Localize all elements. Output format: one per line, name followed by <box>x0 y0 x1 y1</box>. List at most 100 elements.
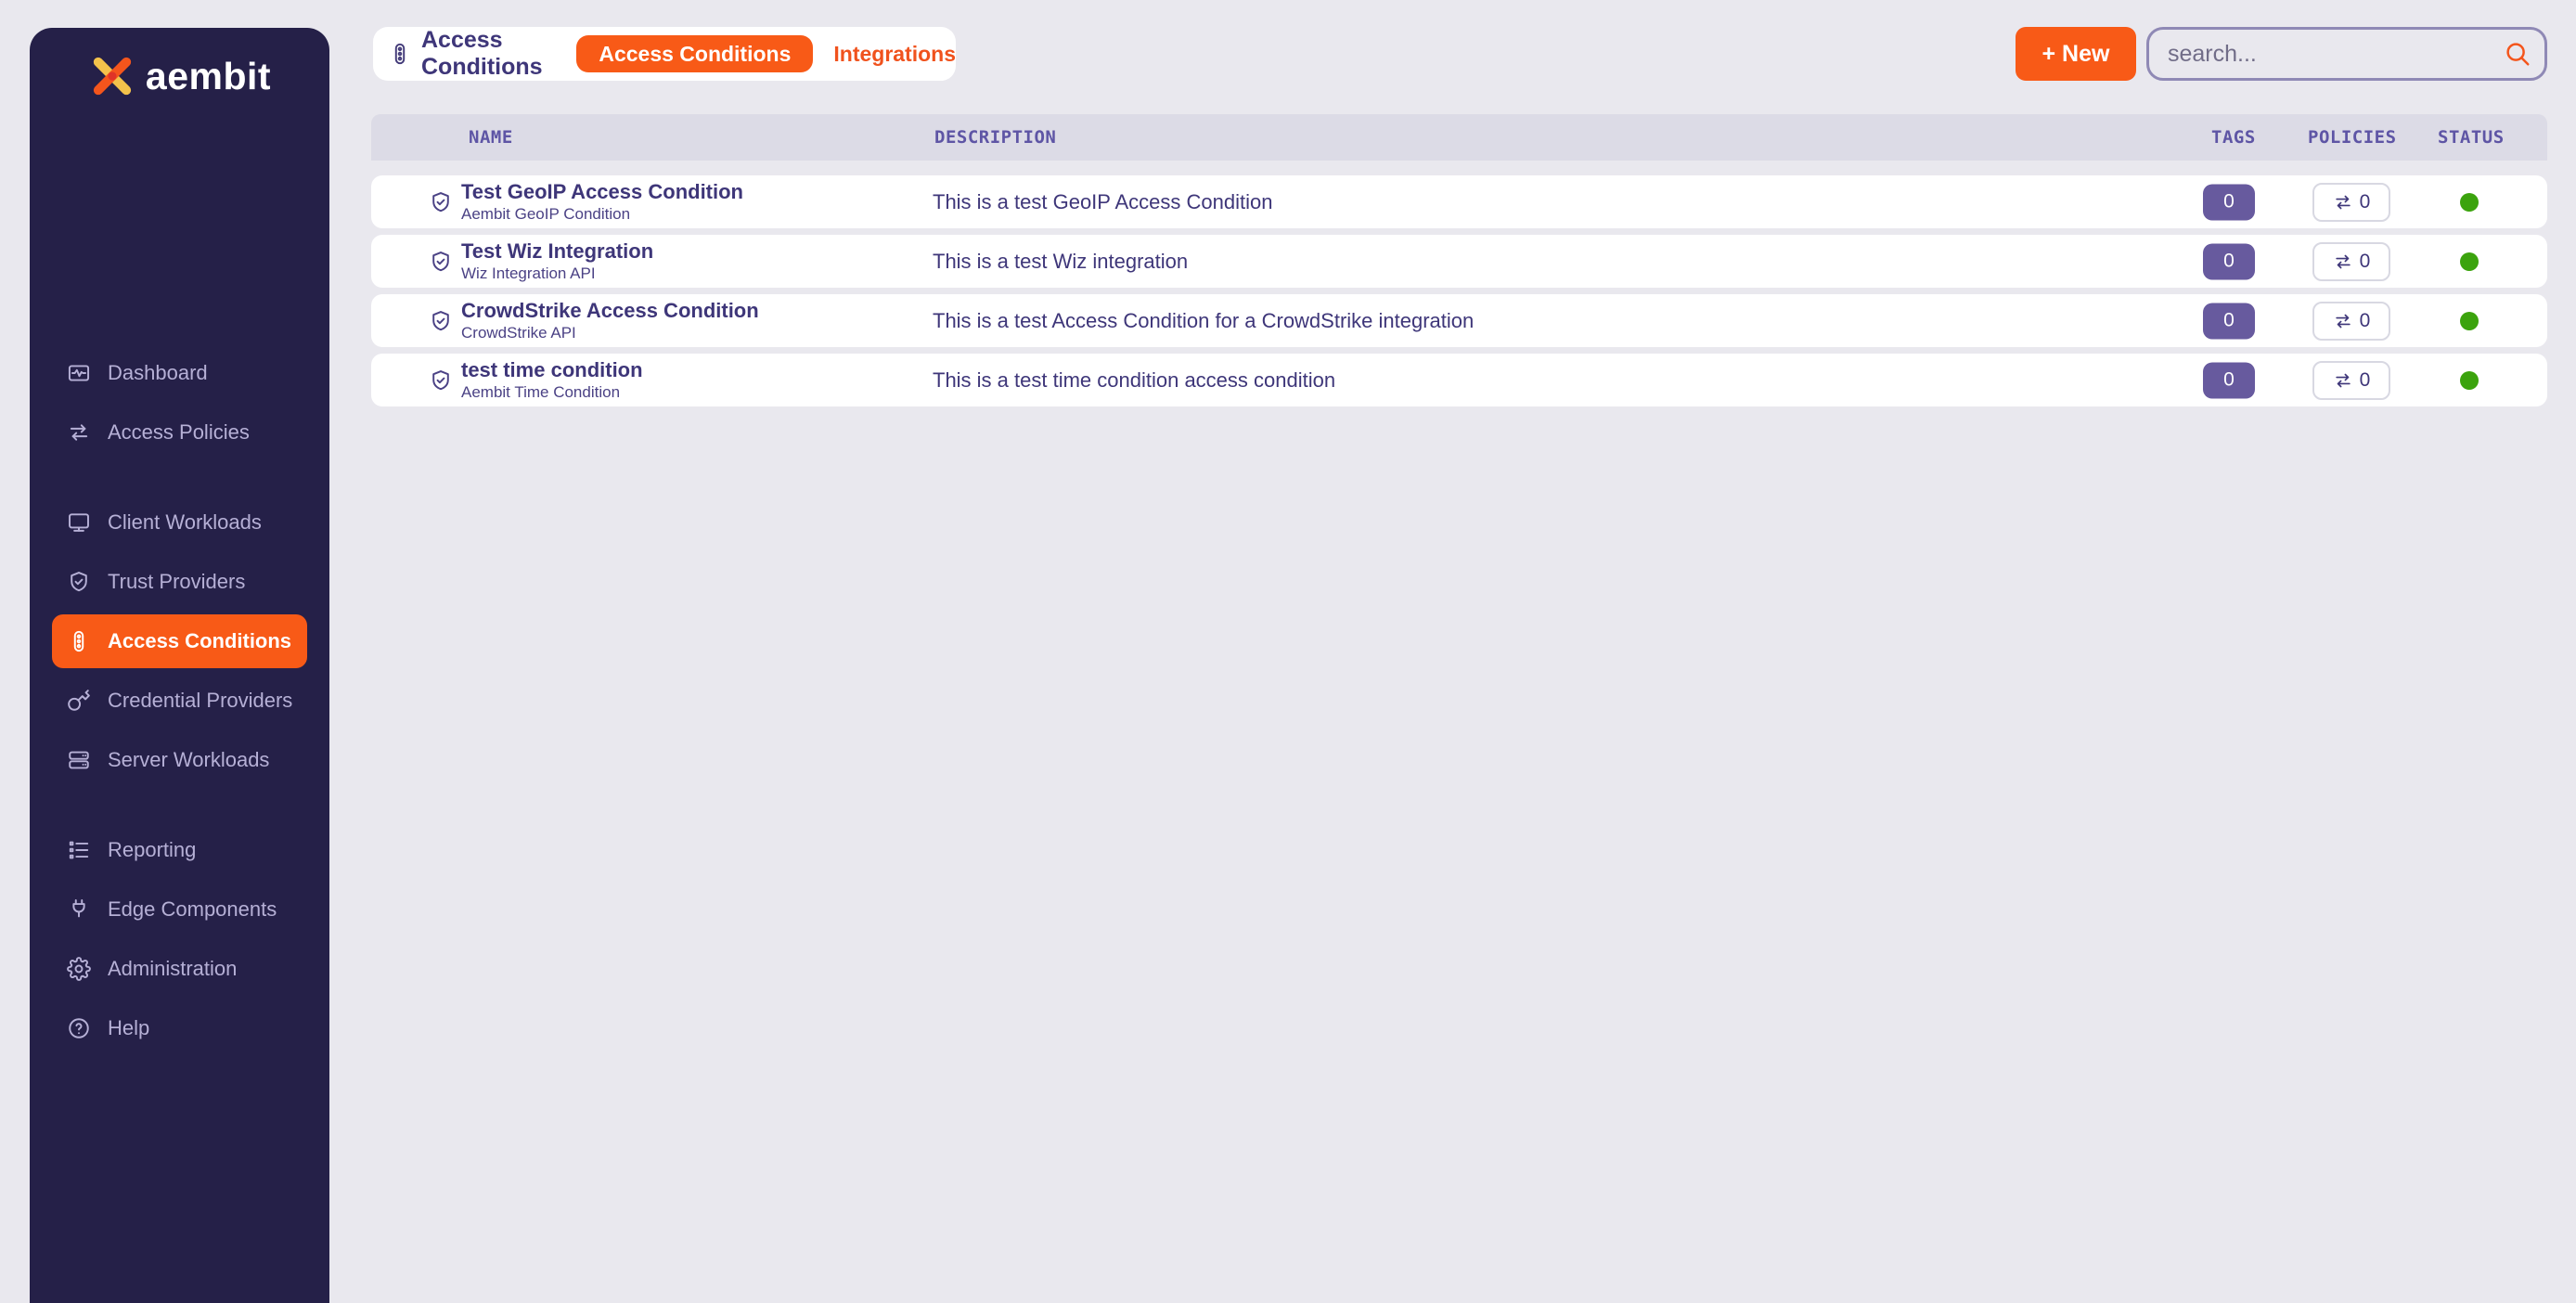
new-button[interactable]: + New <box>2016 27 2136 81</box>
logo: aembit <box>30 48 329 104</box>
dashboard-icon <box>67 361 91 385</box>
transfer-arrows-icon <box>2333 311 2353 331</box>
row-description: This is a test time condition access con… <box>933 368 1335 393</box>
tags-count-badge: 0 <box>2203 243 2255 279</box>
sidebar-item-trust-providers[interactable]: Trust Providers <box>52 561 307 602</box>
status-indicator <box>2460 312 2479 330</box>
sidebar-item-label: Administration <box>108 957 237 981</box>
sidebar-item-access-policies[interactable]: Access Policies <box>52 412 307 453</box>
shield-check-icon <box>429 250 453 274</box>
app-root: aembit Dashboard Access Policies Client … <box>0 0 2576 1303</box>
row-type-label: Wiz Integration API <box>461 265 653 283</box>
sidebar-item-label: Client Workloads <box>108 510 262 535</box>
help-icon <box>67 1016 91 1040</box>
shield-check-icon <box>429 190 453 214</box>
access-conditions-icon <box>388 42 412 66</box>
sidebar-item-label: Help <box>108 1016 149 1040</box>
page-title: Access Conditions <box>421 27 554 81</box>
logo-text: aembit <box>146 55 271 98</box>
reporting-icon <box>67 838 91 862</box>
sidebar: aembit Dashboard Access Policies Client … <box>30 28 329 1303</box>
aembit-x-mark-icon <box>88 52 136 100</box>
transfer-arrows-icon <box>2333 370 2353 391</box>
table-row-test-wiz-integration[interactable]: Test Wiz Integration Wiz Integration API… <box>371 235 2547 288</box>
access-conditions-icon <box>67 629 91 653</box>
table-row-test-geoip-access-condition[interactable]: Test GeoIP Access Condition Aembit GeoIP… <box>371 175 2547 228</box>
table-header: NAME DESCRIPTION TAGS POLICIES STATUS <box>371 114 2547 161</box>
policies-button[interactable]: 0 <box>2312 183 2390 222</box>
edge-components-icon <box>67 897 91 922</box>
row-name-cell: CrowdStrike Access Condition CrowdStrike… <box>461 294 759 347</box>
row-type-label: Aembit GeoIP Condition <box>461 206 743 224</box>
sidebar-item-administration[interactable]: Administration <box>52 948 307 989</box>
column-header-tags: TAGS <box>2211 127 2256 148</box>
column-header-name: NAME <box>469 127 513 148</box>
tags-count-badge: 0 <box>2203 362 2255 398</box>
status-indicator <box>2460 193 2479 212</box>
shield-check-icon <box>429 309 453 333</box>
sidebar-item-label: Credential Providers <box>108 689 292 713</box>
row-name-cell: Test GeoIP Access Condition Aembit GeoIP… <box>461 175 743 228</box>
sidebar-item-reporting[interactable]: Reporting <box>52 830 307 871</box>
sidebar-item-label: Reporting <box>108 838 196 862</box>
row-description: This is a test Access Condition for a Cr… <box>933 309 1474 333</box>
policies-count: 0 <box>2360 369 2371 392</box>
sidebar-item-help[interactable]: Help <box>52 1008 307 1049</box>
page-header-bar: Access Conditions Access Conditions Inte… <box>373 27 956 81</box>
sidebar-item-label: Server Workloads <box>108 748 269 772</box>
policies-button[interactable]: 0 <box>2312 302 2390 341</box>
table-body: Test GeoIP Access Condition Aembit GeoIP… <box>371 175 2547 406</box>
sidebar-item-label: Trust Providers <box>108 570 245 594</box>
row-name-link[interactable]: test time condition <box>461 359 643 381</box>
row-name-link[interactable]: Test Wiz Integration <box>461 240 653 263</box>
sidebar-item-dashboard[interactable]: Dashboard <box>52 353 307 393</box>
search-box <box>2146 27 2547 81</box>
row-description: This is a test Wiz integration <box>933 250 1188 274</box>
status-indicator <box>2460 371 2479 390</box>
sidebar-item-label: Access Policies <box>108 420 250 445</box>
sidebar-item-server-workloads[interactable]: Server Workloads <box>52 740 307 781</box>
tags-count-badge: 0 <box>2203 303 2255 339</box>
search-input[interactable] <box>2166 40 2504 69</box>
credential-providers-icon <box>67 689 91 713</box>
administration-icon <box>67 957 91 981</box>
row-type-label: Aembit Time Condition <box>461 384 643 402</box>
policies-count: 0 <box>2360 191 2371 213</box>
server-workloads-icon <box>67 748 91 772</box>
policies-count: 0 <box>2360 251 2371 273</box>
sidebar-item-label: Access Conditions <box>108 629 291 653</box>
table-row-crowdstrike-access-condition[interactable]: CrowdStrike Access Condition CrowdStrike… <box>371 294 2547 347</box>
sidebar-item-label: Dashboard <box>108 361 208 385</box>
transfer-arrows-icon <box>2333 192 2353 213</box>
policies-button[interactable]: 0 <box>2312 361 2390 400</box>
access-policies-icon <box>67 420 91 445</box>
access-conditions-table: NAME DESCRIPTION TAGS POLICIES STATUS Te… <box>371 114 2547 406</box>
table-row-test-time-condition[interactable]: test time condition Aembit Time Conditio… <box>371 354 2547 406</box>
column-header-status: STATUS <box>2438 127 2505 148</box>
column-header-policies: POLICIES <box>2308 127 2397 148</box>
sidebar-item-label: Edge Components <box>108 897 277 922</box>
search-icon[interactable] <box>2504 40 2531 68</box>
row-name-link[interactable]: CrowdStrike Access Condition <box>461 300 759 322</box>
client-workloads-icon <box>67 510 91 535</box>
policies-count: 0 <box>2360 310 2371 332</box>
tab-access-conditions[interactable]: Access Conditions <box>576 35 813 72</box>
sidebar-item-edge-components[interactable]: Edge Components <box>52 889 307 930</box>
tags-count-badge: 0 <box>2203 184 2255 220</box>
row-name-cell: test time condition Aembit Time Conditio… <box>461 354 643 406</box>
sidebar-item-access-conditions[interactable]: Access Conditions <box>52 614 307 668</box>
row-description: This is a test GeoIP Access Condition <box>933 190 1272 214</box>
row-name-cell: Test Wiz Integration Wiz Integration API <box>461 235 653 288</box>
column-header-description: DESCRIPTION <box>934 127 1056 148</box>
sidebar-nav: Dashboard Access Policies Client Workloa… <box>30 353 329 1049</box>
sidebar-item-credential-providers[interactable]: Credential Providers <box>52 680 307 721</box>
row-type-label: CrowdStrike API <box>461 325 759 342</box>
sidebar-item-client-workloads[interactable]: Client Workloads <box>52 502 307 543</box>
transfer-arrows-icon <box>2333 252 2353 272</box>
tab-integrations[interactable]: Integrations <box>833 42 956 67</box>
status-indicator <box>2460 252 2479 271</box>
policies-button[interactable]: 0 <box>2312 242 2390 281</box>
shield-check-icon <box>429 368 453 393</box>
row-name-link[interactable]: Test GeoIP Access Condition <box>461 181 743 203</box>
trust-providers-icon <box>67 570 91 594</box>
